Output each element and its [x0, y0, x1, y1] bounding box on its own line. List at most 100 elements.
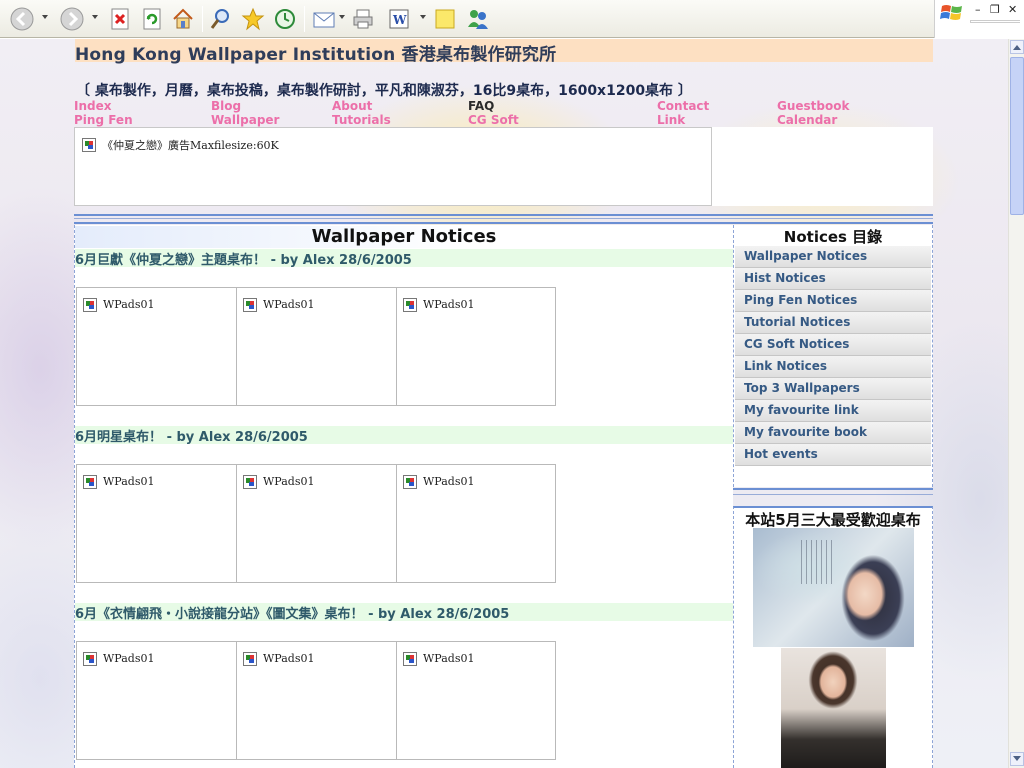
forward-icon[interactable]: [58, 5, 86, 33]
svg-text:W: W: [392, 13, 407, 27]
thumbnail-alt-text: WPads01: [423, 475, 475, 488]
sidebar-divider: [733, 494, 933, 495]
browser-toolbar: W – ❐ ✕: [0, 0, 1024, 38]
search-icon[interactable]: [208, 5, 234, 33]
wallpaper-thumbnail[interactable]: WPads01: [76, 287, 236, 406]
scroll-up-icon[interactable]: [1010, 40, 1024, 54]
notices-main-column: Wallpaper Notices 6月巨獻《仲夏之戀》主題桌布！ - by A…: [74, 225, 733, 768]
wallpaper-thumbnail[interactable]: WPads01: [396, 641, 556, 760]
sidebar-item-my-favourite-book[interactable]: My favourite book: [735, 422, 931, 444]
toolbar-separator: [304, 6, 305, 32]
sidebar-item-my-favourite-link[interactable]: My favourite link: [735, 400, 931, 422]
site-title-bar: Hong Kong Wallpaper Institution 香港桌布製作研究…: [75, 39, 933, 65]
mail-dropdown-icon[interactable]: [339, 15, 345, 19]
forward-dropdown-icon[interactable]: [92, 15, 98, 19]
minimize-button[interactable]: –: [975, 3, 981, 16]
nav-link-contact[interactable]: Contact: [657, 99, 709, 113]
stop-icon[interactable]: [108, 5, 132, 33]
refresh-icon[interactable]: [140, 5, 164, 33]
thumbnail-alt-text: WPads01: [103, 475, 155, 488]
broken-image-icon: [403, 651, 417, 666]
edit-icon[interactable]: W: [386, 5, 412, 33]
nav-link-guestbook[interactable]: Guestbook: [777, 99, 849, 113]
broken-image-icon: [403, 474, 417, 489]
wallpaper-thumbnail[interactable]: WPads01: [76, 641, 236, 760]
windows-logo-icon: [940, 2, 964, 24]
nav-link-about[interactable]: About: [332, 99, 372, 113]
nav-link-ping-fen[interactable]: Ping Fen: [74, 113, 133, 127]
print-icon[interactable]: [350, 5, 376, 33]
thumbnail-alt-text: WPads01: [263, 475, 315, 488]
wallpaper-thumbnail-row: WPads01 WPads01 WPads01: [76, 641, 556, 760]
ad-image-alt-text: 《仲夏之戀》廣告Maxfilesize:60K: [102, 138, 279, 152]
ad-side-panel: [712, 127, 933, 206]
thumbnail-alt-text: WPads01: [423, 298, 475, 311]
nav-link-faq[interactable]: FAQ: [468, 99, 494, 113]
post-title: 6月《衣情翩飛・小說接龍分站》《圖文集》桌布！ - by Alex 28/6/2…: [75, 603, 733, 622]
broken-image-icon: [83, 474, 97, 489]
web-page: Hong Kong Wallpaper Institution 香港桌布製作研究…: [0, 39, 1008, 768]
nav-link-link[interactable]: Link: [657, 113, 685, 127]
sidebar-divider: [733, 488, 933, 490]
nav-link-calendar[interactable]: Calendar: [777, 113, 837, 127]
wallpaper-thumbnail-row: WPads01 WPads01 WPads01: [76, 464, 556, 583]
notices-heading: Wallpaper Notices: [75, 226, 733, 248]
sidebar-item-cg-soft-notices[interactable]: CG Soft Notices: [735, 334, 931, 356]
nav-link-index[interactable]: Index: [74, 99, 111, 113]
popular-wallpaper-image[interactable]: [753, 528, 914, 647]
popular-wallpapers-panel: 本站5月三大最受歡迎桌布: [733, 506, 933, 768]
thumbnail-alt-text: WPads01: [103, 298, 155, 311]
back-dropdown-icon[interactable]: [42, 15, 48, 19]
sidebar-item-link-notices[interactable]: Link Notices: [735, 356, 931, 378]
thumbnail-alt-text: WPads01: [423, 652, 475, 665]
wallpaper-thumbnail[interactable]: WPads01: [236, 641, 396, 760]
wallpaper-thumbnail[interactable]: WPads01: [236, 464, 396, 583]
back-icon[interactable]: [8, 5, 36, 33]
sidebar-item-hot-events[interactable]: Hot events: [735, 444, 931, 466]
sidebar-item-tutorial-notices[interactable]: Tutorial Notices: [735, 312, 931, 334]
thumbnail-alt-text: WPads01: [263, 652, 315, 665]
wallpaper-thumbnail[interactable]: WPads01: [76, 464, 236, 583]
sidebar-item-wallpaper-notices[interactable]: Wallpaper Notices: [735, 246, 931, 268]
nav-link-blog[interactable]: Blog: [211, 99, 241, 113]
home-icon[interactable]: [170, 5, 196, 33]
broken-image-icon: [83, 297, 97, 312]
thumbnail-alt-text: WPads01: [263, 298, 315, 311]
messenger-icon[interactable]: [464, 5, 492, 33]
close-button[interactable]: ✕: [1008, 3, 1017, 16]
notes-icon[interactable]: [432, 5, 458, 33]
history-icon[interactable]: [272, 5, 298, 33]
restore-button[interactable]: ❐: [990, 3, 1000, 16]
divider: [74, 214, 933, 216]
vertical-scrollbar[interactable]: [1008, 39, 1024, 768]
nav-link-wallpaper[interactable]: Wallpaper: [211, 113, 279, 127]
sidebar-item-hist-notices[interactable]: Hist Notices: [735, 268, 931, 290]
sidebar-item-ping-fen-notices[interactable]: Ping Fen Notices: [735, 290, 931, 312]
nav-link-cg-soft[interactable]: CG Soft: [468, 113, 519, 127]
post-title: 6月巨獻《仲夏之戀》主題桌布！ - by Alex 28/6/2005: [75, 249, 733, 268]
scroll-down-icon[interactable]: [1010, 752, 1024, 766]
popular-wallpaper-image[interactable]: [781, 648, 886, 768]
wallpaper-thumbnail[interactable]: WPads01: [396, 287, 556, 406]
site-title: Hong Kong Wallpaper Institution 香港桌布製作研究…: [75, 45, 557, 65]
sidebar-title: Notices 目錄: [783, 228, 883, 246]
advertisement-banner[interactable]: 《仲夏之戀》廣告Maxfilesize:60K: [74, 127, 712, 206]
broken-image-icon: [243, 474, 257, 489]
divider: [74, 218, 933, 219]
nav-link-tutorials[interactable]: Tutorials: [332, 113, 391, 127]
popular-wallpapers-title: 本站5月三大最受歡迎桌布: [745, 511, 921, 529]
scrollbar-thumb[interactable]: [1010, 57, 1024, 215]
broken-image-icon: [82, 137, 96, 152]
edit-dropdown-icon[interactable]: [420, 15, 426, 19]
mail-icon[interactable]: [310, 5, 340, 33]
sidebar-item-top-3-wallpapers[interactable]: Top 3 Wallpapers: [735, 378, 931, 400]
calligraphy-decoration: [801, 540, 835, 584]
broken-image-icon: [243, 651, 257, 666]
wallpaper-thumbnail-row: WPads01 WPads01 WPads01: [76, 287, 556, 406]
progress-line: [970, 20, 1020, 23]
wallpaper-thumbnail[interactable]: WPads01: [396, 464, 556, 583]
wallpaper-thumbnail[interactable]: WPads01: [236, 287, 396, 406]
post-title: 6月明星桌布！ - by Alex 28/6/2005: [75, 426, 733, 445]
broken-image-icon: [243, 297, 257, 312]
favorites-icon[interactable]: [240, 5, 266, 33]
